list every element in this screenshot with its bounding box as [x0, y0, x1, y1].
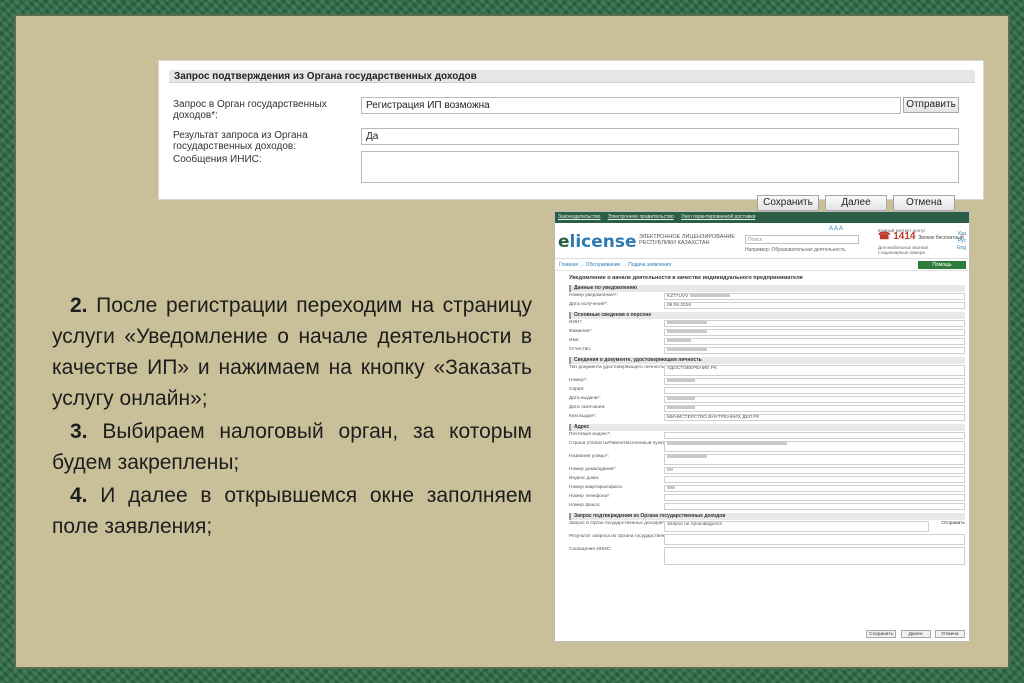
search-input[interactable]: Поиск: [745, 235, 859, 244]
result-label: Результат запроса из Органа государствен…: [173, 130, 308, 152]
house-field[interactable]: [664, 467, 965, 474]
next-button[interactable]: Далее: [825, 195, 887, 211]
save-button[interactable]: Сохранить: [866, 630, 897, 638]
result-input[interactable]: Да: [361, 128, 959, 145]
phone-number: ☎ 1414 Звонок бесплатный: [878, 231, 964, 242]
step-3: 3. Выбираем налоговый орган, за которым …: [52, 420, 532, 474]
postal-field[interactable]: [664, 432, 965, 439]
font-size-control[interactable]: A A A: [829, 226, 843, 232]
help-button[interactable]: Помощь: [918, 261, 966, 269]
date-field[interactable]: 09.06.2016: [664, 302, 965, 309]
top-link[interactable]: Узел гарантированной доставки: [681, 214, 755, 220]
save-button[interactable]: Сохранить: [757, 195, 819, 211]
patronymic-field[interactable]: [664, 347, 965, 354]
site-header: elicense ЭЛЕКТРОННОЕ ЛИЦЕНЗИРОВАНИЕ РЕСП…: [555, 223, 969, 259]
flat-field[interactable]: [664, 485, 965, 492]
request-label: Запрос в Орган государственных доходов*:: [173, 99, 327, 121]
expiry-date-field[interactable]: [664, 405, 965, 412]
section-header: Запрос подтверждения из Органа государст…: [569, 513, 965, 520]
elicense-form-screenshot: Законодательство Электронное правительст…: [554, 211, 970, 642]
cancel-button[interactable]: Отмена: [935, 630, 965, 638]
request-field[interactable]: Запрос не производился: [664, 521, 929, 532]
form-footer: Сохранить Далее Отмена: [863, 630, 965, 638]
top-link[interactable]: Законодательство: [558, 214, 600, 220]
surname-field[interactable]: [664, 329, 965, 336]
result-field[interactable]: [664, 534, 965, 545]
panel-header: Запрос подтверждения из Органа государст…: [169, 70, 975, 83]
inis-label: Сообщения ИНИС:: [173, 154, 262, 165]
section-header: Адрес: [569, 424, 965, 431]
gov-revenue-request-panel: Запрос подтверждения из Органа государст…: [158, 60, 984, 211]
section-header: Данные по уведомлению: [569, 285, 965, 292]
next-button[interactable]: Далее: [900, 630, 931, 638]
page-title: Уведомление о начале деятельности в каче…: [569, 275, 803, 281]
phone-icon: ☎: [878, 231, 891, 242]
notice-number-field[interactable]: KZ77UVV: [664, 293, 965, 300]
inis-field[interactable]: [664, 547, 965, 565]
name-field[interactable]: [664, 338, 965, 345]
cancel-button[interactable]: Отмена: [893, 195, 955, 211]
series-field[interactable]: [664, 387, 965, 394]
street-field[interactable]: [664, 454, 965, 465]
request-input[interactable]: Регистрация ИП возможна: [361, 97, 901, 114]
top-nav: Законодательство Электронное правительст…: [555, 212, 969, 223]
instruction-text: 2. После регистрации переходим на страни…: [52, 290, 532, 544]
request-send-button[interactable]: Отправить: [941, 521, 965, 526]
slide: Запрос подтверждения из Органа государст…: [14, 14, 1010, 669]
iin-field[interactable]: [664, 320, 965, 327]
house-index-field[interactable]: [664, 476, 965, 483]
region-field[interactable]: [664, 441, 965, 452]
send-button[interactable]: Отправить: [903, 97, 959, 113]
phone-subnote: Для мобильных звонков стационарные номер…: [878, 245, 929, 255]
issuer-field[interactable]: МИНИСТЕРСТВО ВНУТРЕННИХ ДЕЛ РК: [664, 414, 965, 421]
breadcrumb: Главная → Обслуживание → Подача заявлени…: [555, 259, 969, 271]
issue-date-field[interactable]: [664, 396, 965, 403]
section-header: Основные сведения о персоне: [569, 312, 965, 319]
logo-subtitle: ЭЛЕКТРОННОЕ ЛИЦЕНЗИРОВАНИЕ РЕСПУБЛИКИ КА…: [639, 234, 735, 246]
top-link[interactable]: Электронное правительство: [608, 214, 674, 220]
doc-number-field[interactable]: [664, 378, 965, 385]
language-links: Каз Рус Eng: [957, 231, 966, 251]
inis-textarea[interactable]: [361, 151, 959, 183]
fax-field[interactable]: [664, 503, 965, 510]
step-4: 4. И далее в открывшемся окне заполняем …: [52, 484, 532, 538]
search-hint: Например: Образовательная деятельность: [745, 247, 846, 253]
section-header: Сведения о документе, удостоверяющем лич…: [569, 357, 965, 364]
elicense-logo[interactable]: elicense: [558, 232, 637, 252]
doc-type-field[interactable]: УДОСТОВЕРЕНИЕ РК: [664, 365, 965, 376]
phone-field[interactable]: [664, 494, 965, 501]
step-2: 2. После регистрации переходим на страни…: [52, 294, 532, 410]
